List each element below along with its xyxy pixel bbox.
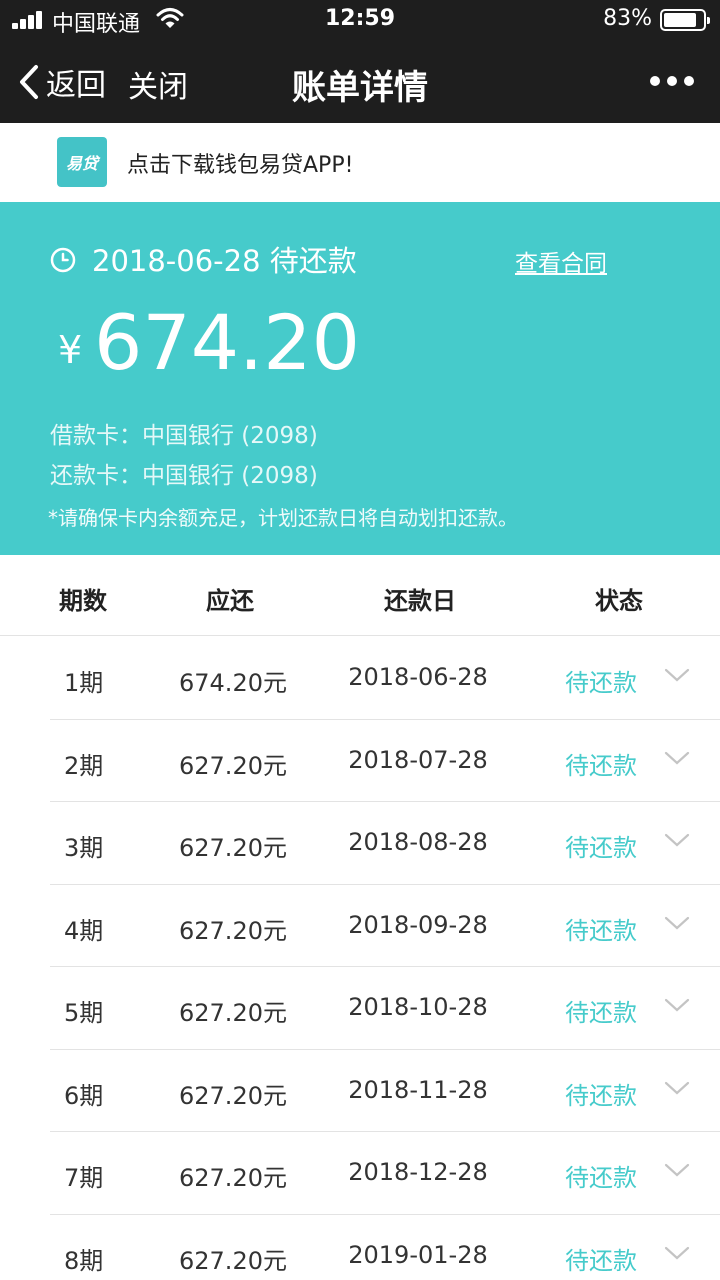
row-amount: 627.20元 <box>179 834 287 862</box>
bill-summary: 2018-06-28 待还款 查看合同 ¥ 674.20 借款卡：中国银行 (2… <box>0 202 720 555</box>
row-period: 7期 <box>64 1164 104 1192</box>
chevron-down-icon[interactable] <box>664 915 690 931</box>
chevron-down-icon[interactable] <box>664 1080 690 1096</box>
row-date: 2018-10-28 <box>348 993 488 1021</box>
row-status: 待还款 <box>565 751 637 780</box>
header-amount: 应还 <box>206 587 254 615</box>
row-status: 待还款 <box>565 1081 637 1110</box>
back-button[interactable]: 返回 <box>18 60 106 104</box>
back-label: 返回 <box>46 68 106 103</box>
loan-card-line: 借款卡：中国银行 (2098) <box>50 416 318 450</box>
close-button[interactable]: 关闭 <box>128 62 188 106</box>
app-logo: 易贷 <box>57 137 107 187</box>
row-date: 2019-01-28 <box>348 1240 488 1269</box>
row-period: 8期 <box>64 1246 104 1275</box>
row-amount: 627.20元 <box>179 916 287 945</box>
status-bar: 中国联通 12:59 83% <box>0 0 720 40</box>
row-status: 待还款 <box>565 834 637 862</box>
page-title: 账单详情 <box>292 68 428 108</box>
row-status: 待还款 <box>565 916 637 945</box>
battery-icon <box>660 9 710 31</box>
header-status: 状态 <box>595 587 643 615</box>
table-row[interactable]: 1期 674.20元 2018-06-28 待还款 <box>0 637 720 720</box>
row-date: 2018-09-28 <box>348 910 488 939</box>
schedule-table-header: 期数 应还 还款日 状态 <box>0 555 720 636</box>
header-date: 还款日 <box>384 587 456 615</box>
table-row[interactable]: 8期 627.20元 2019-01-28 待还款 <box>0 1215 720 1280</box>
row-date: 2018-12-28 <box>348 1158 488 1186</box>
row-amount: 627.20元 <box>179 999 287 1027</box>
row-status: 待还款 <box>565 1246 637 1275</box>
currency-symbol: ¥ <box>58 328 83 372</box>
table-row[interactable]: 2期 627.20元 2018-07-28 待还款 <box>0 720 720 803</box>
chevron-down-icon[interactable] <box>664 1245 690 1261</box>
due-date-line: 2018-06-28 待还款 <box>92 238 357 280</box>
row-amount: 627.20元 <box>179 751 287 780</box>
row-period: 4期 <box>64 916 104 945</box>
schedule-table: 1期 674.20元 2018-06-28 待还款 2期 627.20元 201… <box>0 637 720 1280</box>
row-amount: 674.20元 <box>179 669 287 697</box>
download-app-banner[interactable]: 易贷 点击下载钱包易贷APP! <box>0 123 720 202</box>
due-status: 待还款 <box>269 244 357 278</box>
battery-percent: 83% <box>603 6 652 31</box>
repay-card-label: 还款卡： <box>50 463 142 489</box>
loan-card-value: 中国银行 (2098) <box>142 423 318 449</box>
row-period: 1期 <box>64 669 104 697</box>
due-date: 2018-06-28 <box>92 244 261 278</box>
table-row[interactable]: 3期 627.20元 2018-08-28 待还款 <box>0 802 720 885</box>
row-period: 2期 <box>64 751 104 780</box>
chevron-left-icon <box>20 65 38 99</box>
row-period: 3期 <box>64 834 104 862</box>
chevron-down-icon[interactable] <box>664 667 690 683</box>
row-date: 2018-08-28 <box>348 828 488 856</box>
balance-note: *请确保卡内余额充足，计划还款日将自动划扣还款。 <box>48 506 518 530</box>
table-row[interactable]: 5期 627.20元 2018-10-28 待还款 <box>0 967 720 1050</box>
row-date: 2018-11-28 <box>348 1075 488 1104</box>
clock-icon <box>50 247 76 273</box>
chevron-down-icon[interactable] <box>664 1162 690 1178</box>
row-date: 2018-07-28 <box>348 745 488 774</box>
table-row[interactable]: 7期 627.20元 2018-12-28 待还款 <box>0 1132 720 1215</box>
chevron-down-icon[interactable] <box>664 750 690 766</box>
chevron-down-icon[interactable] <box>664 997 690 1013</box>
loan-card-label: 借款卡： <box>50 423 142 449</box>
row-amount: 627.20元 <box>179 1164 287 1192</box>
repay-card-value: 中国银行 (2098) <box>142 463 318 489</box>
table-row[interactable]: 6期 627.20元 2018-11-28 待还款 <box>0 1050 720 1133</box>
view-contract-link[interactable]: 查看合同 <box>515 244 607 278</box>
more-options-icon[interactable] <box>650 74 694 88</box>
row-period: 6期 <box>64 1081 104 1110</box>
banner-text: 点击下载钱包易贷APP! <box>127 153 354 178</box>
repay-card-line: 还款卡：中国银行 (2098) <box>50 456 318 490</box>
table-row[interactable]: 4期 627.20元 2018-09-28 待还款 <box>0 885 720 968</box>
row-amount: 627.20元 <box>179 1081 287 1110</box>
row-status: 待还款 <box>565 1164 637 1192</box>
chevron-down-icon[interactable] <box>664 832 690 848</box>
row-period: 5期 <box>64 999 104 1027</box>
row-date: 2018-06-28 <box>348 663 488 691</box>
row-status: 待还款 <box>565 999 637 1027</box>
row-amount: 627.20元 <box>179 1246 287 1275</box>
amount-due: 674.20 <box>94 298 360 387</box>
nav-bar: 返回 关闭 账单详情 <box>0 40 720 123</box>
row-status: 待还款 <box>565 669 637 697</box>
battery-fill <box>664 13 696 27</box>
header-period: 期数 <box>59 587 107 615</box>
